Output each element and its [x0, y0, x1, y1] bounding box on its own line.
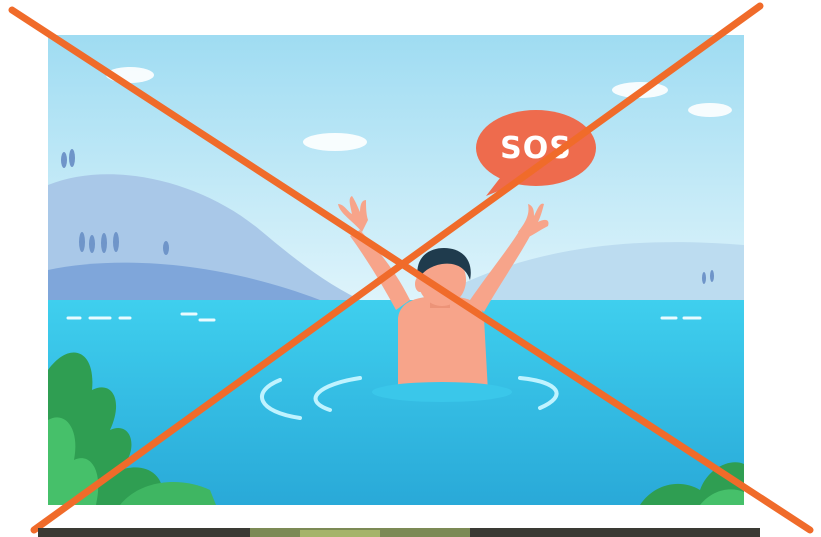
next-image-strip [38, 528, 760, 537]
water-surface-around-body [372, 382, 512, 402]
drowning-illustration: SOS [0, 0, 821, 537]
